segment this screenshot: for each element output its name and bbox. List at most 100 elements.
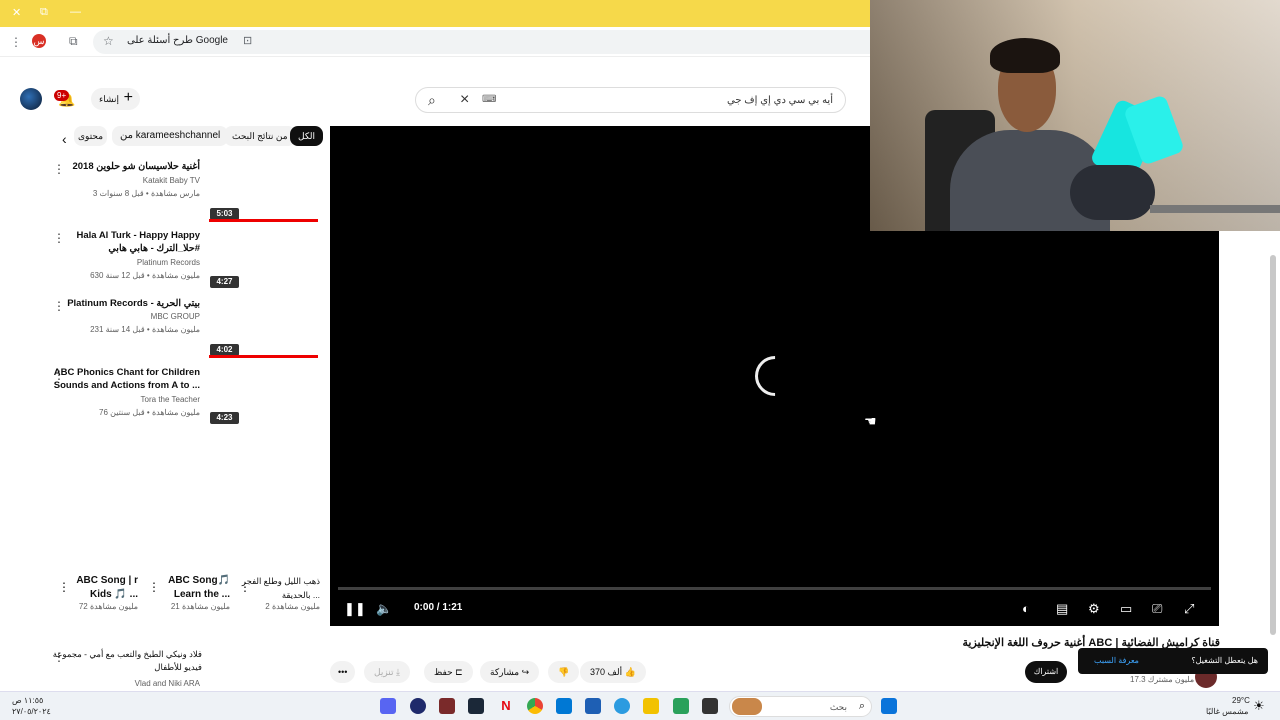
page-scrollbar[interactable] [1270,255,1276,635]
list-item[interactable]: ⋮ Platinum Records - بيتي الحرية MBC GRO… [40,297,320,359]
webcam-person-hair [990,38,1060,73]
weather-sun-icon[interactable]: ☀ [1253,698,1265,714]
edge-icon[interactable] [614,698,630,714]
video-title: فلاد ونيكي الطبخ والتعب مع أمي - مجموعة … [52,649,202,672]
progress-bar[interactable] [338,587,1211,590]
list-item[interactable]: ⋮ ABC Phonics Chant for Children Sounds … [40,366,320,428]
shelf-meta: 21 مليون مشاهدة [170,602,230,611]
toast-link[interactable]: معرفة السبب [1094,656,1139,665]
plus-icon: + [123,89,133,106]
shelf-title: ذهب الليل وطلع الفجر بالحديقة ... [241,576,320,600]
volume-icon[interactable]: 🔈 [376,601,392,617]
video-title: أغنية حلاسيسان شو حلوين 2018 [72,161,200,172]
pause-icon[interactable]: ❚❚ [344,601,366,617]
webcam-overlay [870,0,1280,231]
steam-icon[interactable] [468,698,484,714]
chrome-icon[interactable] [527,698,543,714]
windows-taskbar: ١١:٥٥ ص ٢٧/٠٥/٢٠٢٤ N بحث ⌕ 29°C مشمس غال… [0,691,1280,720]
channel-name: Katakit Baby TV [142,176,200,185]
channel-name: MBC GROUP [150,312,200,321]
duration-badge: 4:23 [210,412,239,424]
extensions-icon[interactable]: ⧉ [69,34,78,49]
calculator-icon[interactable] [585,698,601,714]
video-title: Hala Al Turk - Happy Happy حلا_الترك - ه… [76,230,200,254]
search-input[interactable]: ⌕ × ⌨ أيه بي سي دي إي إف جي [415,87,846,113]
lens-icon[interactable]: ⊡ [243,34,252,47]
save-label: حفظ [434,667,453,677]
clear-search-icon[interactable]: × [460,91,469,109]
subscriber-count: 17.3 مليون مشترك [1130,675,1195,684]
download-label: تنزيل [374,667,394,677]
create-button[interactable]: إنشاء + [91,88,140,110]
list-item[interactable]: ⋮ فلاد ونيكي الطبخ والتعب مع أمي - مجموع… [40,648,320,690]
shelf-meta: 72 مليون مشاهدة [78,602,138,611]
close-window-icon[interactable]: ✕ [12,6,21,19]
dislike-button[interactable]: 👎 [548,661,580,683]
shelf-item[interactable]: ABC Song | r Kids 🎵 ... 72 مليون مشاهدة [58,574,138,611]
download-button[interactable]: تنزيل ⤓ [364,661,410,683]
search-icon: ⌕ [858,700,865,712]
watch-progress [209,219,318,222]
youtube-header: 🔔 9+ إنشاء + ⌕ × ⌨ أيه بي سي دي إي إف جي [0,82,870,116]
video-meta: 630 مليون مشاهدة • قبل 12 سنة [90,271,200,280]
netflix-icon[interactable]: N [498,698,514,714]
taskbar-search[interactable]: بحث ⌕ [729,696,872,717]
store-icon[interactable] [673,698,689,714]
watch-progress [209,355,318,358]
like-button[interactable]: 370 ألف 👍 [580,661,646,683]
toast-message: هل يتعطل التشغيل؟ [1191,656,1258,665]
chip-from-search[interactable]: من نتائج البحث [224,126,296,146]
fullscreen-icon[interactable]: ⤢ [1184,601,1194,617]
subscribe-button[interactable]: اشتراك [1025,661,1067,683]
theater-mode-icon[interactable]: ▭ [1120,601,1132,617]
more-actions-icon[interactable]: ••• [330,661,356,683]
duration-badge: 4:27 [210,276,239,288]
time-display: 0:00 / 1:21 [414,602,463,613]
weather-temp[interactable]: 29°C [1232,696,1250,705]
bookmark-star-icon[interactable]: ☆ [103,34,114,48]
browser-menu-icon[interactable]: ⋮ [10,35,22,49]
app-icon[interactable] [439,698,455,714]
channel-name: Vlad and Niki ARA [134,679,200,688]
shelf-item[interactable]: ذهب الليل وطلع الفجر بالحديقة ... 2 مليو… [240,574,320,611]
chip-channel[interactable]: من karameeshchannel [112,126,229,146]
terminal-icon[interactable] [702,698,718,714]
subtitles-icon[interactable]: ▤ [1056,601,1068,617]
shelf-item[interactable]: ABC Song🎵 Learn the ... 21 مليون مشاهدة [150,574,230,611]
search-query: أيه بي سي دي إي إف جي [727,95,833,106]
save-button[interactable]: حفظ ⊏ [424,661,473,683]
clock-date[interactable]: ٢٧/٠٥/٢٠٢٤ [12,707,51,716]
settings-gear-icon[interactable]: ⚙ [1088,601,1100,617]
shelf-title: ABC Song | r Kids 🎵 ... [76,575,138,600]
obs-icon[interactable] [410,698,426,714]
clock-time[interactable]: ١١:٥٥ ص [12,696,43,705]
file-explorer-icon[interactable] [643,698,659,714]
video-title: ABC Phonics Chant for Children Sounds an… [53,367,200,391]
notifications-badge: 9+ [54,90,70,101]
video-meta: 3 مارس مشاهدة • قبل 8 سنوات [92,189,200,198]
autoplay-toggle-icon[interactable]: ◐ [1022,601,1030,616]
search-highlight-image [732,698,762,715]
profile-avatar[interactable]: س [32,34,46,48]
omnibox[interactable]: ☆ طرح أسئلة على Google ⊡ [93,30,870,54]
playback-issue-toast: هل يتعطل التشغيل؟ معرفة السبب [1078,648,1268,674]
windows-start-icon[interactable] [881,698,897,714]
minimize-window-icon[interactable]: — [70,6,81,18]
share-button[interactable]: مشاركة ↪ [480,661,540,683]
channel-name: Tora the Teacher [140,395,200,404]
account-avatar[interactable] [20,88,42,110]
keyboard-icon[interactable]: ⌨ [482,94,496,105]
weather-desc[interactable]: مشمس غالبًا [1206,707,1248,716]
list-item[interactable]: ⋮ أغنية حلاسيسان شو حلوين 2018 Katakit B… [40,160,320,222]
list-item[interactable]: ⋮ Hala Al Turk - Happy Happy حلا_الترك -… [40,229,320,291]
restore-window-icon[interactable]: ⧉ [40,6,48,19]
chip-all[interactable]: الكل [290,126,324,146]
taskbar-search-placeholder: بحث [829,702,847,712]
discord-icon[interactable] [380,698,396,714]
cast-icon[interactable]: ⎚ [1152,601,1162,617]
chip-content[interactable]: محتوى [74,126,108,146]
search-icon[interactable]: ⌕ [428,92,436,109]
outlook-icon[interactable] [556,698,572,714]
share-label: مشاركة [490,667,520,677]
video-meta: 231 مليون مشاهدة • قبل 14 سنة [90,325,200,334]
